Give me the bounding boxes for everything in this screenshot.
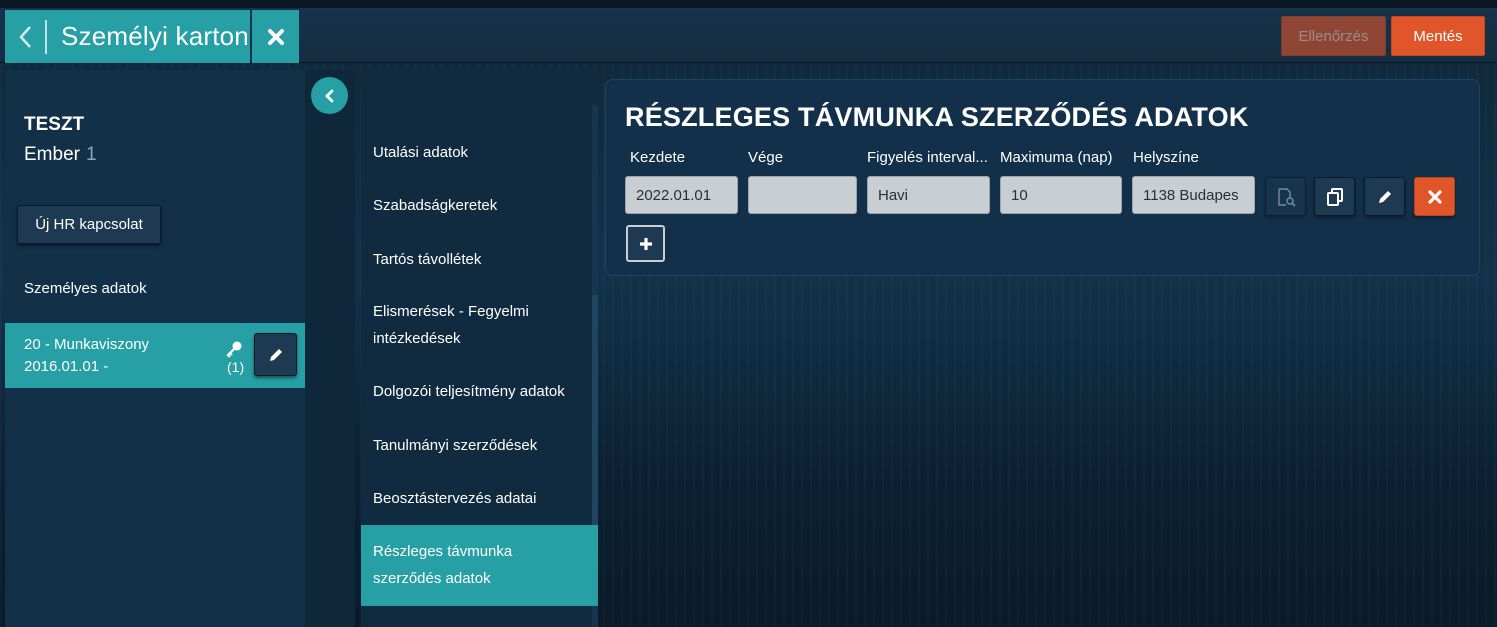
column-end: Vége: [748, 149, 784, 166]
nav-item-scheduling[interactable]: Beosztástervezés adatai: [373, 485, 588, 512]
plus-icon: [639, 237, 652, 250]
employment-item[interactable]: 20 - Munkaviszony 2016.01.01 - (1): [5, 323, 305, 388]
nav-item-transfer-data[interactable]: Utalási adatok: [373, 139, 588, 166]
column-start: Kezdete: [630, 149, 686, 166]
chevron-left-icon: [324, 89, 333, 102]
employment-date: 2016.01.01 -: [24, 358, 109, 375]
edit-row-button[interactable]: [1364, 177, 1405, 216]
close-icon: [267, 28, 284, 45]
nav-item-awards-discipline[interactable]: Elismerések - Fegyelmi intézkedések: [373, 298, 573, 352]
nav-item-long-absences[interactable]: Tartós távollétek: [373, 246, 588, 273]
pencil-icon: [269, 348, 282, 361]
interval-field[interactable]: Havi: [867, 176, 990, 214]
column-max-days: Maximuma (nap): [1000, 149, 1113, 166]
collapse-panel-button[interactable]: [311, 77, 348, 114]
end-date-field[interactable]: [748, 176, 857, 214]
max-days-field[interactable]: 10: [1000, 176, 1122, 214]
chevron-left-icon: [19, 25, 31, 48]
copy-row-button[interactable]: [1314, 177, 1355, 216]
key-icon: [226, 341, 242, 358]
back-button[interactable]: [5, 19, 47, 54]
view-document-button[interactable]: [1265, 177, 1306, 216]
person-first-name: TESZT: [24, 114, 85, 135]
left-gutter: [305, 70, 355, 627]
personal-data-link[interactable]: Személyes adatok: [24, 280, 147, 297]
column-interval: Figyelés interval...: [867, 149, 988, 166]
add-row-button[interactable]: [626, 225, 665, 262]
start-date-field[interactable]: 2022.01.01: [625, 176, 738, 214]
new-hr-relation-button[interactable]: Új HR kapcsolat: [17, 205, 161, 244]
person-last-name-text: Ember: [24, 144, 80, 165]
edit-employment-button[interactable]: [254, 333, 297, 376]
nav-item-leave-frames[interactable]: Szabadságkeretek: [373, 192, 588, 219]
person-last-name: Ember 1: [24, 144, 97, 166]
save-button[interactable]: Mentés: [1391, 16, 1485, 56]
page-title: Személyi karton: [61, 21, 249, 51]
nav-item-performance[interactable]: Dolgozói teljesítmény adatok: [373, 378, 588, 405]
check-button[interactable]: Ellenőrzés: [1281, 16, 1386, 56]
pencil-icon: [1378, 190, 1391, 203]
close-button[interactable]: [252, 10, 299, 63]
nav-item-partial-telework[interactable]: Részleges távmunka szerződés adatok: [373, 538, 543, 592]
employment-count: (1): [227, 359, 245, 375]
title-block: Személyi karton: [5, 10, 250, 63]
column-location: Helyszíne: [1133, 149, 1199, 166]
location-field[interactable]: 1138 Budapes: [1132, 176, 1255, 214]
copy-icon: [1326, 187, 1343, 206]
top-stripe: [0, 0, 1497, 8]
person-number: 1: [85, 144, 97, 165]
nav-item-study-contracts[interactable]: Tanulmányi szerződések: [373, 432, 588, 459]
close-icon: [1427, 189, 1442, 204]
employment-title: 20 - Munkaviszony: [24, 336, 150, 353]
nav-scrollbar-thumb[interactable]: [592, 295, 598, 525]
document-search-icon: [1277, 187, 1296, 207]
card-title: RÉSZLEGES TÁVMUNKA SZERZŐDÉS ADATOK: [625, 102, 1249, 132]
delete-row-button[interactable]: [1414, 177, 1455, 216]
